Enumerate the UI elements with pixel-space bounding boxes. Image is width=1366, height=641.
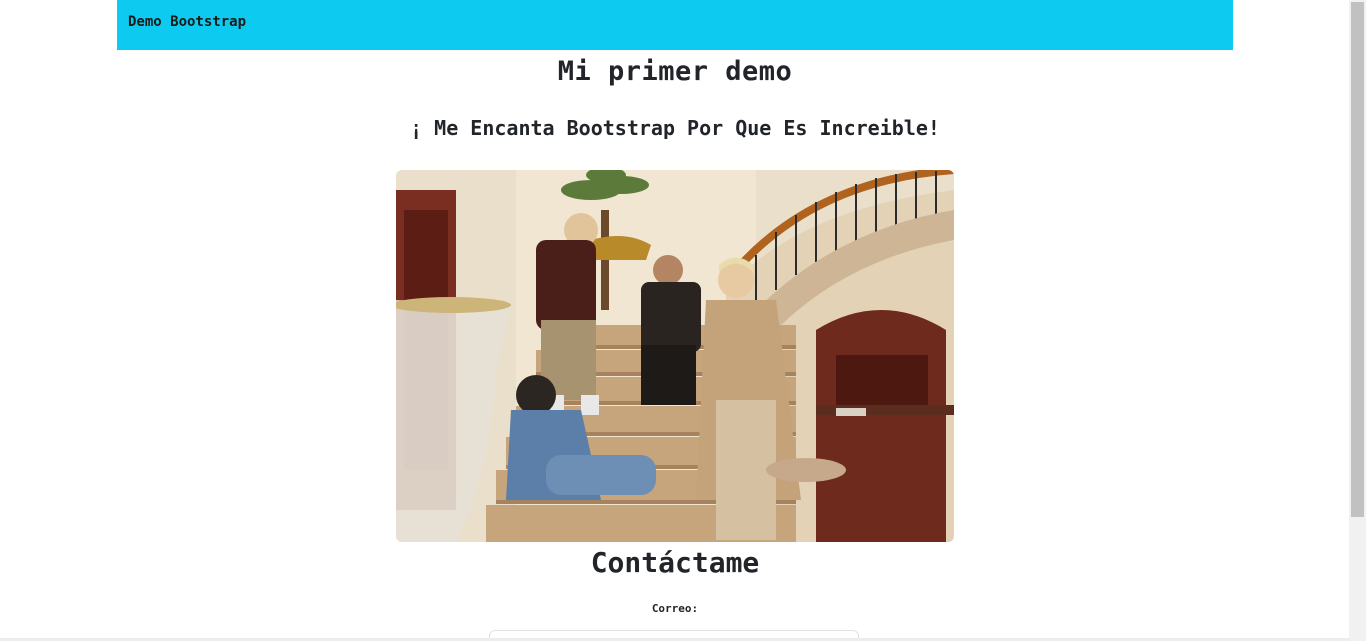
main-container: Demo Bootstrap Mi primer demo ¡ Me Encan… <box>117 0 1233 641</box>
page: Demo Bootstrap Mi primer demo ¡ Me Encan… <box>0 0 1366 641</box>
band-photo-illustration <box>396 170 954 542</box>
navbar: Demo Bootstrap <box>117 0 1233 50</box>
navbar-brand[interactable]: Demo Bootstrap <box>128 14 246 30</box>
band-photo <box>396 170 954 542</box>
email-label: Correo: <box>651 602 699 615</box>
scrollbar-thumb[interactable] <box>1351 2 1364 517</box>
contact-title: Contáctame <box>590 546 760 579</box>
page-title: Mi primer demo <box>557 56 793 87</box>
page-subtitle: ¡ Me Encanta Bootstrap Por Que Es Increi… <box>410 116 940 140</box>
vertical-scrollbar[interactable] <box>1349 0 1366 641</box>
